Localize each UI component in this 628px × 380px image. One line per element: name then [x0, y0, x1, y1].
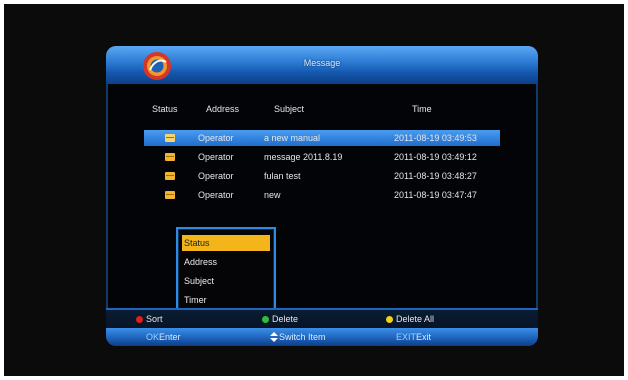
up-down-arrows-icon	[270, 332, 278, 342]
row-address: Operator	[198, 152, 234, 162]
sort-option-label: Address	[184, 257, 218, 267]
column-header-address[interactable]: Address	[206, 104, 239, 114]
row-address: Operator	[198, 190, 234, 200]
row-time: 2011-08-19 03:48:27	[394, 171, 477, 181]
column-header-subject[interactable]: Subject	[274, 104, 304, 114]
row-time: 2011-08-19 03:49:12	[394, 152, 477, 162]
envelope-icon	[165, 172, 175, 180]
table-row[interactable]: Operator fulan test 2011-08-19 03:48:27	[144, 168, 500, 184]
sort-option-subject[interactable]: Subject	[182, 273, 270, 289]
sort-option-address[interactable]: Address	[182, 254, 270, 270]
green-key-icon	[262, 316, 269, 323]
row-address: Operator	[198, 171, 234, 181]
tv-screen: Message Status Address Subject Time Oper…	[4, 4, 624, 376]
column-header-time[interactable]: Time	[412, 104, 432, 114]
column-header-status[interactable]: Status	[152, 104, 178, 114]
envelope-open-icon	[165, 134, 175, 142]
enter-label: Enter	[159, 332, 181, 342]
row-time: 2011-08-19 03:49:53	[394, 133, 477, 143]
row-subject: fulan test	[264, 171, 301, 181]
hint-bar: OKEnter Switch Item EXITExit	[106, 328, 538, 346]
exit-label: Exit	[416, 332, 432, 342]
sort-option-label: Timer	[184, 295, 207, 305]
table-row[interactable]: Operator a new manual 2011-08-19 03:49:5…	[144, 130, 500, 146]
delete-key[interactable]: Delete	[262, 314, 298, 324]
row-subject: message 2011.8.19	[264, 152, 343, 162]
row-address: Operator	[198, 133, 234, 143]
sort-option-label: Subject	[184, 276, 215, 286]
sort-option-timer[interactable]: Timer	[182, 292, 270, 308]
delete-all-key[interactable]: Delete All	[386, 314, 434, 324]
table-header: Status Address Subject Time	[106, 104, 538, 118]
message-window: Message Status Address Subject Time Oper…	[106, 46, 538, 346]
row-subject: a new manual	[264, 133, 321, 143]
window-title: Message	[303, 58, 341, 68]
table-row[interactable]: Operator new 2011-08-19 03:47:47	[144, 187, 500, 203]
row-time: 2011-08-19 03:47:47	[394, 190, 477, 200]
sort-menu: Status Address Subject Timer	[176, 227, 276, 317]
switch-item-label: Switch Item	[279, 332, 326, 342]
yellow-key-icon	[386, 316, 393, 323]
sort-key[interactable]: Sort	[136, 314, 163, 324]
red-key-icon	[136, 316, 143, 323]
title-bar: Message	[106, 46, 538, 84]
delete-all-key-label: Delete All	[396, 314, 435, 324]
envelope-icon	[165, 153, 175, 161]
sort-key-label: Sort	[146, 314, 163, 324]
ok-key-label: OK	[146, 332, 160, 342]
exit-key-label: EXIT	[396, 332, 417, 342]
table-row[interactable]: Operator message 2011.8.19 2011-08-19 03…	[144, 149, 500, 165]
sort-option-label: Status	[184, 238, 210, 248]
exit-hint[interactable]: EXITExit	[396, 332, 431, 342]
envelope-icon	[165, 191, 175, 199]
row-subject: new	[264, 190, 281, 200]
delete-key-label: Delete	[272, 314, 299, 324]
ok-enter-hint[interactable]: OKEnter	[146, 332, 181, 342]
sort-option-status[interactable]: Status	[182, 235, 270, 251]
color-key-bar: Sort Delete Delete All	[106, 308, 538, 328]
switch-item-hint[interactable]: Switch Item	[270, 332, 326, 342]
